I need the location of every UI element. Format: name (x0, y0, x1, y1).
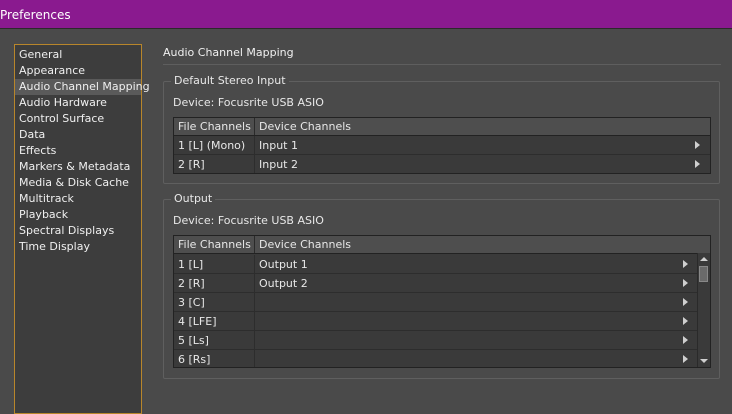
sidebar-item-playback[interactable]: Playback (15, 207, 141, 223)
file-channel: 2 [R] (178, 158, 205, 171)
output-mapping-table: File Channels Device Channels 1 [L] Outp… (173, 235, 711, 368)
table-row[interactable]: 1 [L] Output 1 (174, 255, 698, 274)
file-channel: 6 [Rs] (178, 353, 211, 366)
device-channel (254, 350, 679, 367)
file-channel: 2 [R] (178, 277, 205, 290)
input-mapping-table: File Channels Device Channels 1 [L] (Mon… (173, 117, 711, 174)
sidebar-item-appearance[interactable]: Appearance (15, 63, 141, 79)
device-channel: Input 2 (254, 155, 298, 173)
group-title-output: Output (171, 192, 216, 205)
chevron-right-icon[interactable] (695, 141, 700, 149)
chevron-right-icon[interactable] (683, 279, 688, 287)
title-divider (163, 64, 721, 65)
device-channel: Output 1 (254, 255, 679, 273)
chevron-right-icon[interactable] (683, 336, 688, 344)
file-channel: 1 [L] (Mono) (178, 139, 246, 152)
table-row[interactable]: 3 [C] (174, 293, 698, 312)
group-title-input: Default Stereo Input (171, 74, 289, 87)
chevron-right-icon[interactable] (695, 160, 700, 168)
preferences-category-list[interactable]: General Appearance Audio Channel Mapping… (14, 44, 150, 414)
sidebar-item-media-disk-cache[interactable]: Media & Disk Cache (15, 175, 141, 191)
table-header: File Channels Device Channels (174, 118, 710, 136)
column-header-device-channels[interactable]: Device Channels (254, 118, 351, 135)
column-header-file-channels[interactable]: File Channels (178, 236, 251, 253)
device-channel: Output 2 (254, 274, 679, 292)
sidebar-item-audio-channel-mapping[interactable]: Audio Channel Mapping (15, 79, 150, 95)
file-channel: 1 [L] (178, 258, 204, 271)
device-channel (254, 331, 679, 349)
sidebar-item-time-display[interactable]: Time Display (15, 239, 141, 255)
device-channel (254, 293, 679, 311)
table-row[interactable]: 2 [R] Output 2 (174, 274, 698, 293)
column-header-device-channels[interactable]: Device Channels (254, 236, 351, 253)
sidebar-item-effects[interactable]: Effects (15, 143, 141, 159)
output-device-label: Device: Focusrite USB ASIO (173, 214, 324, 227)
scroll-down-arrow-icon[interactable] (700, 359, 708, 363)
chevron-right-icon[interactable] (683, 298, 688, 306)
device-channel: Input 1 (254, 136, 298, 154)
page-title: Audio Channel Mapping (163, 46, 294, 59)
sidebar-item-multitrack[interactable]: Multitrack (15, 191, 141, 207)
table-row[interactable]: 1 [L] (Mono) Input 1 (174, 136, 710, 155)
scroll-up-arrow-icon[interactable] (700, 257, 708, 261)
sidebar-item-audio-hardware[interactable]: Audio Hardware (15, 95, 141, 111)
device-channel (254, 312, 679, 330)
input-device-label: Device: Focusrite USB ASIO (173, 96, 324, 109)
file-channel: 4 [LFE] (178, 315, 217, 328)
table-header: File Channels Device Channels (174, 236, 710, 254)
sidebar-item-data[interactable]: Data (15, 127, 141, 143)
table-row[interactable]: 4 [LFE] (174, 312, 698, 331)
table-row[interactable]: 2 [R] Input 2 (174, 155, 710, 173)
chevron-right-icon[interactable] (683, 260, 688, 268)
sidebar-item-general[interactable]: General (15, 47, 141, 63)
sidebar-item-markers-metadata[interactable]: Markers & Metadata (15, 159, 141, 175)
file-channel: 3 [C] (178, 296, 205, 309)
window-title: Preferences (0, 8, 71, 22)
table-row[interactable]: 6 [Rs] (174, 350, 698, 367)
sidebar-item-spectral-displays[interactable]: Spectral Displays (15, 223, 141, 239)
vertical-scrollbar[interactable] (697, 253, 710, 367)
column-header-file-channels[interactable]: File Channels (178, 118, 251, 135)
chevron-right-icon[interactable] (683, 355, 688, 363)
chevron-right-icon[interactable] (683, 317, 688, 325)
sidebar-item-control-surface[interactable]: Control Surface (15, 111, 141, 127)
scrollbar-thumb[interactable] (699, 266, 708, 282)
file-channel: 5 [Ls] (178, 334, 209, 347)
table-row[interactable]: 5 [Ls] (174, 331, 698, 350)
title-bar: Preferences (0, 0, 732, 29)
